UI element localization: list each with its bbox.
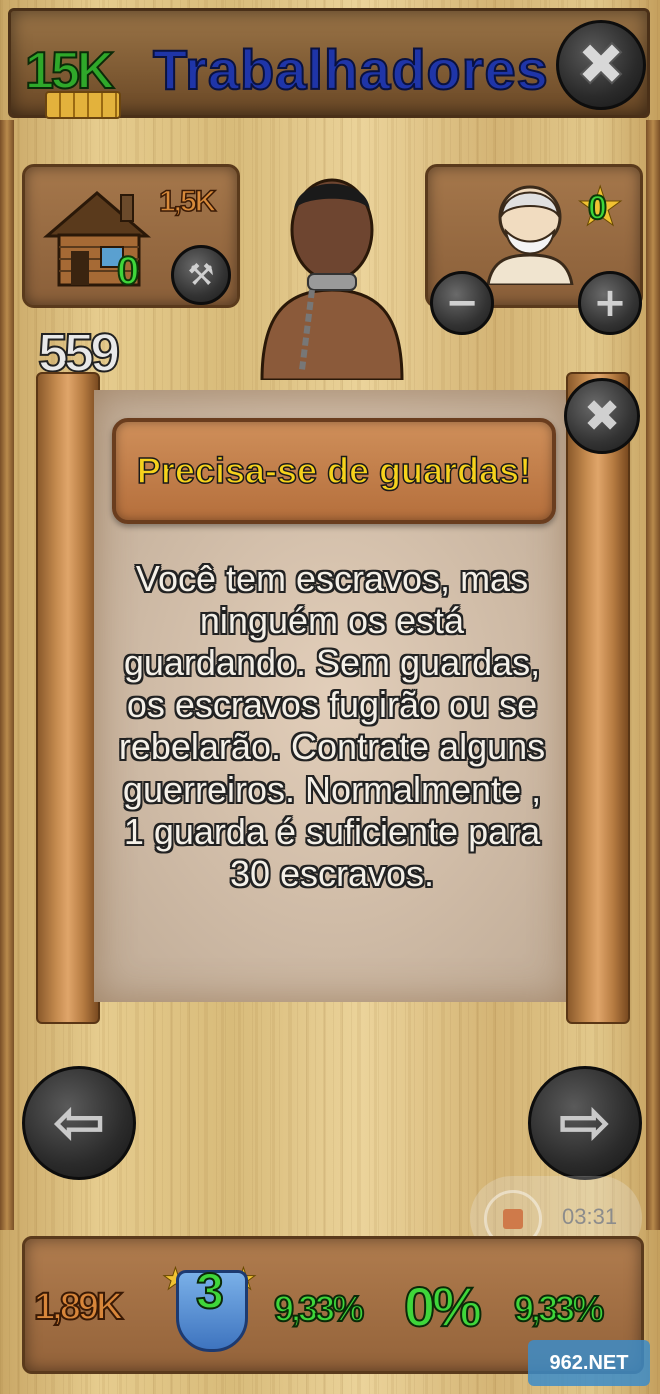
scroll-right-roll (566, 372, 630, 1024)
dialog-title-box: Precisa-se de guardas! (112, 418, 556, 524)
dialog-message: Você tem escravos, mas ninguém os está g… (118, 558, 546, 894)
house-cost: 1,5K (158, 184, 217, 219)
minus-icon: − (445, 280, 479, 326)
next-button[interactable]: ⇨ (528, 1066, 642, 1180)
recording-time: 03:31 (562, 1204, 618, 1229)
stat-b: 0% (403, 1274, 483, 1339)
dialog-title: Precisa-se de guardas! (136, 449, 532, 492)
close-button[interactable]: ✖ (556, 20, 646, 110)
decrease-button[interactable]: − (430, 271, 494, 335)
arrow-right-icon: ⇨ (558, 1086, 612, 1160)
dialog-close-button[interactable]: ✖ (564, 378, 640, 454)
header-bar: 15K Trabalhadores (8, 8, 650, 119)
increase-button[interactable]: + (578, 271, 642, 335)
level-stat: 3 (195, 1262, 225, 1320)
stat-a: 9,33% (273, 1287, 365, 1330)
page-title: Trabalhadores (152, 37, 549, 102)
scroll-left-roll (36, 372, 100, 1024)
house-count: 0 (116, 248, 140, 294)
hammer-icon: ⚒ (187, 257, 215, 293)
plus-icon: + (593, 280, 627, 326)
close-icon: ✖ (575, 29, 627, 101)
worker-portrait (260, 178, 404, 380)
house-panel[interactable]: 1,5K 0 ⚒ (22, 164, 240, 308)
elder-count: 0 (587, 188, 608, 228)
left-edge (0, 120, 14, 1230)
money-stat: 1,89K (33, 1285, 124, 1329)
guards-dialog: Precisa-se de guardas! Você tem escravos… (36, 372, 640, 1024)
build-button[interactable]: ⚒ (171, 245, 231, 305)
previous-button[interactable]: ⇦ (22, 1066, 136, 1180)
close-icon: ✖ (583, 390, 621, 442)
gold-coins-icon (45, 91, 121, 119)
elder-panel: ★ 0 − + (425, 164, 643, 335)
stop-icon (503, 1209, 523, 1229)
stat-c: 9,33% (513, 1287, 605, 1330)
arrow-left-icon: ⇦ (52, 1086, 106, 1160)
elder-icon (486, 185, 574, 285)
right-edge (646, 120, 660, 1230)
watermark-logo: 962.NET (528, 1340, 650, 1386)
